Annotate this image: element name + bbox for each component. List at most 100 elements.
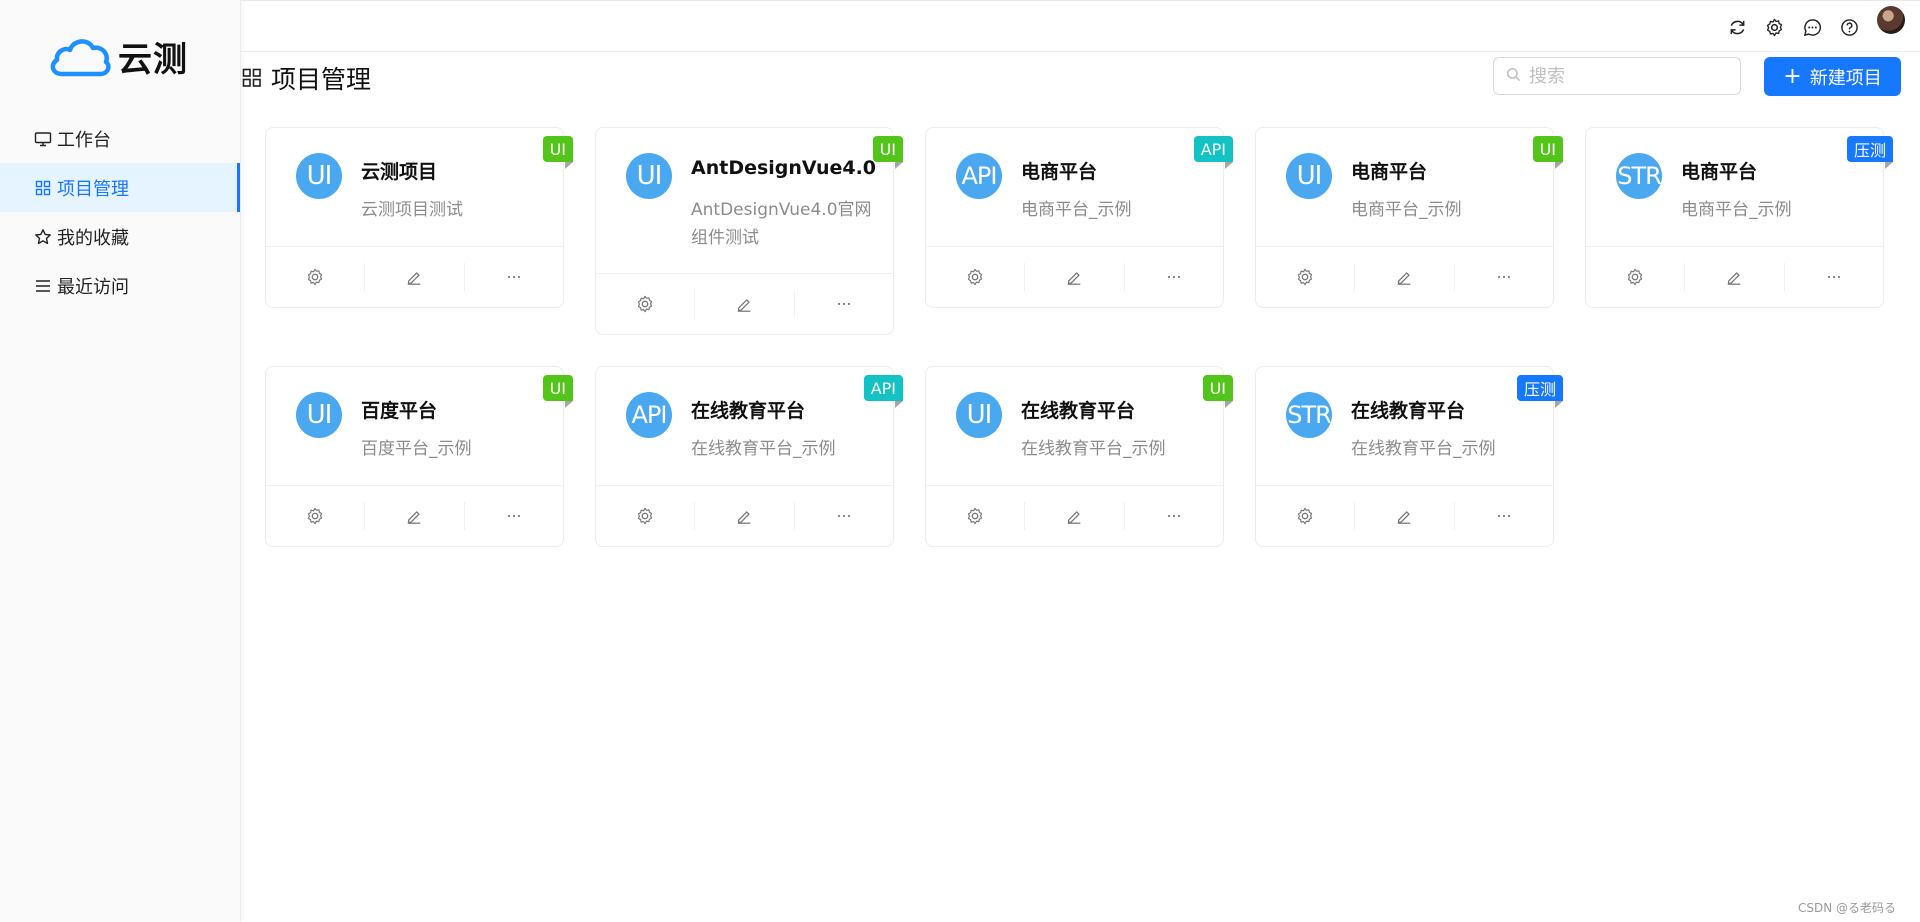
sidebar-item-label: 我的收藏 bbox=[57, 227, 129, 249]
project-description: 百度平台_示例 bbox=[361, 439, 472, 459]
card-body[interactable]: API 在线教育平台 在线教育平台_示例 API bbox=[596, 367, 904, 485]
ellipsis-icon[interactable] bbox=[795, 502, 893, 530]
project-avatar: UI bbox=[956, 392, 1002, 438]
sidebar-item-label: 工作台 bbox=[57, 129, 111, 151]
card-body[interactable]: UI 电商平台 电商平台_示例 UI bbox=[1256, 128, 1564, 246]
project-card[interactable]: STR 在线教育平台 在线教育平台_示例 压测 bbox=[1255, 366, 1564, 547]
search-input[interactable] bbox=[1527, 64, 1731, 88]
edit-icon[interactable] bbox=[1025, 263, 1125, 291]
user-avatar[interactable] bbox=[1877, 6, 1905, 34]
project-card[interactable]: UI AntDesignVue4.0 AntDesignVue4.0官网组件测试… bbox=[595, 127, 904, 335]
project-type-tag: UI bbox=[1532, 136, 1564, 169]
project-type-tag: API bbox=[863, 375, 904, 408]
project-card[interactable]: API 在线教育平台 在线教育平台_示例 API bbox=[595, 366, 904, 547]
search-box[interactable] bbox=[1493, 57, 1741, 95]
ellipsis-icon[interactable] bbox=[1455, 263, 1553, 291]
project-avatar: API bbox=[626, 392, 672, 438]
edit-icon[interactable] bbox=[1355, 502, 1455, 530]
message-icon[interactable] bbox=[1801, 16, 1823, 38]
ellipsis-icon[interactable] bbox=[465, 502, 563, 530]
sidebar-item-favorites[interactable]: 我的收藏 bbox=[0, 212, 240, 261]
ellipsis-icon[interactable] bbox=[1125, 502, 1223, 530]
gear-icon[interactable] bbox=[1763, 16, 1785, 38]
edit-icon[interactable] bbox=[1025, 502, 1125, 530]
edit-icon[interactable] bbox=[1685, 263, 1785, 291]
ellipsis-icon[interactable] bbox=[1125, 263, 1223, 291]
new-project-button[interactable]: + 新建项目 bbox=[1764, 57, 1901, 96]
project-card[interactable]: UI 百度平台 百度平台_示例 UI bbox=[265, 366, 574, 547]
project-type-tag: 压测 bbox=[1846, 136, 1894, 169]
menu-icon bbox=[34, 277, 52, 295]
footer-watermark: CSDN @る老码る bbox=[1797, 901, 1896, 915]
header-divider bbox=[240, 51, 1920, 52]
edit-icon[interactable] bbox=[695, 502, 795, 530]
project-avatar: UI bbox=[626, 153, 672, 199]
project-avatar: UI bbox=[296, 153, 342, 199]
sidebar-item-recent[interactable]: 最近访问 bbox=[0, 261, 240, 310]
cloud-logo-icon bbox=[50, 38, 111, 76]
card-body[interactable]: STR 在线教育平台 在线教育平台_示例 压测 bbox=[1256, 367, 1564, 485]
project-type-tag: 压测 bbox=[1516, 375, 1564, 408]
page-title-text: 项目管理 bbox=[271, 65, 372, 94]
ellipsis-icon[interactable] bbox=[1785, 263, 1883, 291]
setting-icon[interactable] bbox=[1586, 263, 1686, 291]
project-description: 在线教育平台_示例 bbox=[1351, 439, 1496, 459]
setting-icon[interactable] bbox=[926, 502, 1026, 530]
card-body[interactable]: UI AntDesignVue4.0 AntDesignVue4.0官网组件测试… bbox=[596, 128, 904, 273]
card-actions bbox=[596, 273, 893, 334]
logo: 云测 bbox=[48, 32, 188, 81]
card-actions bbox=[926, 246, 1223, 307]
card-actions bbox=[266, 246, 563, 307]
card-body[interactable]: UI 云测项目 云测项目测试 UI bbox=[266, 128, 574, 246]
card-body[interactable]: UI 百度平台 百度平台_示例 UI bbox=[266, 367, 574, 485]
setting-icon[interactable] bbox=[596, 290, 696, 318]
project-title: 电商平台 bbox=[1681, 161, 1758, 183]
setting-icon[interactable] bbox=[266, 502, 366, 530]
setting-icon[interactable] bbox=[926, 263, 1026, 291]
project-type-tag: UI bbox=[542, 375, 574, 408]
edit-icon[interactable] bbox=[1355, 263, 1455, 291]
project-card[interactable]: UI 电商平台 电商平台_示例 UI bbox=[1255, 127, 1564, 308]
ellipsis-icon[interactable] bbox=[795, 290, 893, 318]
card-actions bbox=[1256, 485, 1553, 546]
setting-icon[interactable] bbox=[1256, 502, 1356, 530]
top-border bbox=[0, 0, 1920, 1]
project-avatar: UI bbox=[1286, 153, 1332, 199]
project-title: 在线教育平台 bbox=[1021, 400, 1136, 422]
edit-icon[interactable] bbox=[365, 263, 465, 291]
project-title: 在线教育平台 bbox=[1351, 400, 1466, 422]
card-body[interactable]: STR 电商平台 电商平台_示例 压测 bbox=[1586, 128, 1894, 246]
sidebar-item-label: 最近访问 bbox=[57, 276, 129, 298]
ellipsis-icon[interactable] bbox=[1455, 502, 1553, 530]
project-type-tag: UI bbox=[1202, 375, 1234, 408]
setting-icon[interactable] bbox=[1256, 263, 1356, 291]
edit-icon[interactable] bbox=[695, 290, 795, 318]
card-actions bbox=[1256, 246, 1553, 307]
sidebar-item-projects[interactable]: 项目管理 bbox=[0, 163, 240, 212]
project-description: 在线教育平台_示例 bbox=[1021, 439, 1166, 459]
project-description: 电商平台_示例 bbox=[1681, 200, 1792, 220]
project-title: 百度平台 bbox=[361, 400, 438, 422]
app-name: 云测 bbox=[118, 40, 188, 80]
sidebar: 云测 工作台 项目管理 我的收藏 最近访问 bbox=[0, 0, 241, 922]
card-actions bbox=[266, 485, 563, 546]
card-body[interactable]: API 电商平台 电商平台_示例 API bbox=[926, 128, 1234, 246]
refresh-icon[interactable] bbox=[1726, 16, 1748, 38]
edit-icon[interactable] bbox=[365, 502, 465, 530]
project-card[interactable]: STR 电商平台 电商平台_示例 压测 bbox=[1585, 127, 1894, 308]
project-type-tag: UI bbox=[872, 136, 904, 169]
setting-icon[interactable] bbox=[596, 502, 696, 530]
project-avatar: STR bbox=[1616, 153, 1662, 199]
card-body[interactable]: UI 在线教育平台 在线教育平台_示例 UI bbox=[926, 367, 1234, 485]
project-card[interactable]: UI 在线教育平台 在线教育平台_示例 UI bbox=[925, 366, 1234, 547]
page-title: 项目管理 bbox=[241, 60, 371, 96]
search-icon bbox=[1506, 67, 1521, 86]
project-avatar: STR bbox=[1286, 392, 1332, 438]
card-actions bbox=[596, 485, 893, 546]
setting-icon[interactable] bbox=[266, 263, 366, 291]
project-card[interactable]: UI 云测项目 云测项目测试 UI bbox=[265, 127, 574, 308]
project-card[interactable]: API 电商平台 电商平台_示例 API bbox=[925, 127, 1234, 308]
ellipsis-icon[interactable] bbox=[465, 263, 563, 291]
sidebar-item-workbench[interactable]: 工作台 bbox=[0, 114, 240, 163]
question-icon[interactable] bbox=[1838, 16, 1860, 38]
